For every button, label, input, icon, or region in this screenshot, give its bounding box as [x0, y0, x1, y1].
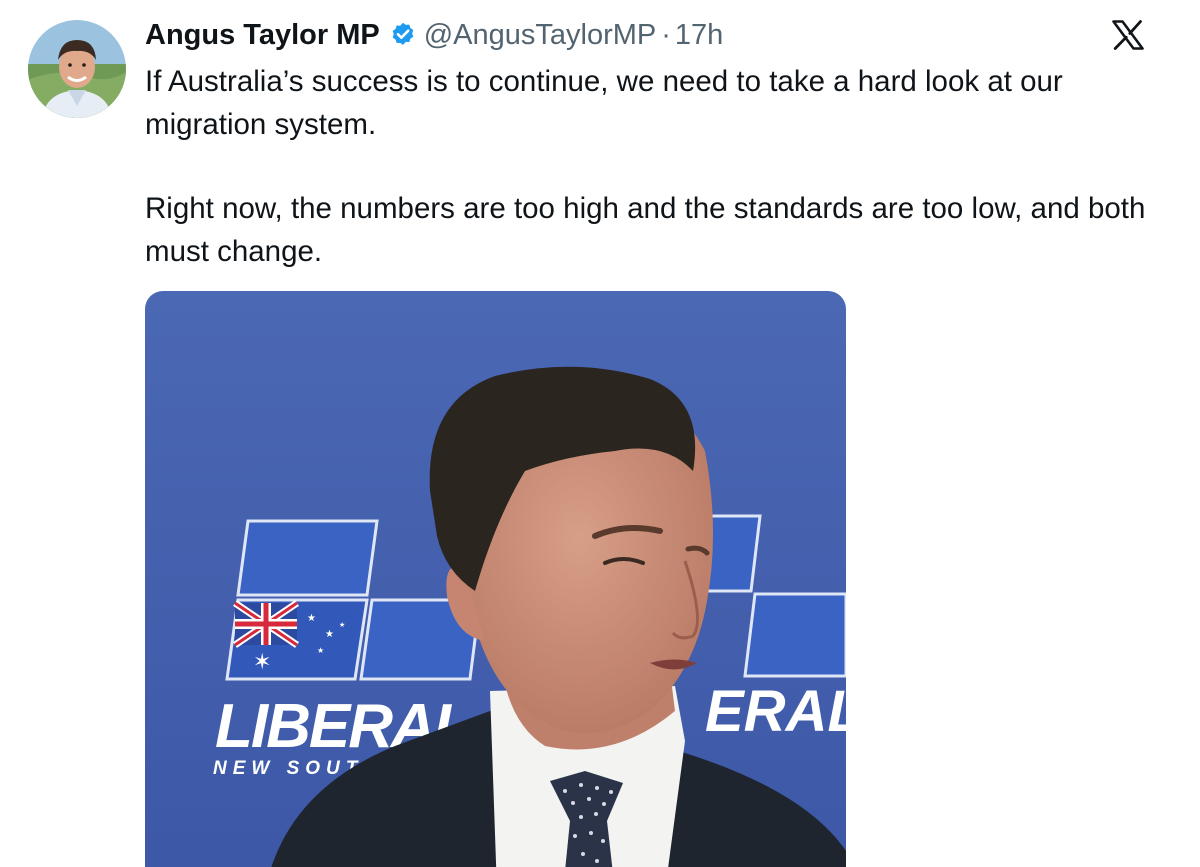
svg-text:★: ★	[307, 613, 316, 624]
svg-text:★: ★	[339, 621, 345, 629]
backdrop-liberal-text-right: ERAL	[705, 679, 846, 744]
tweet-text: If Australia’s success is to continue, w…	[145, 60, 1175, 273]
svg-text:★: ★	[325, 629, 334, 640]
svg-text:✶: ✶	[253, 650, 271, 675]
avatar-image	[28, 20, 126, 118]
profile-avatar[interactable]	[28, 20, 126, 118]
x-logo-icon[interactable]	[1112, 20, 1144, 50]
svg-text:★: ★	[317, 646, 324, 655]
author-display-name[interactable]: Angus Taylor MP	[145, 19, 380, 52]
tweet-timestamp[interactable]: 17h	[675, 19, 723, 52]
tweet-paragraph-1: If Australia’s success is to continue, w…	[145, 65, 1063, 141]
video-frame-image: ✶ ★ ★ ★ ★ LIBERAL NEW SOUTH W ERAL	[145, 291, 846, 867]
tweet-paragraph-2: Right now, the numbers are too high and …	[145, 192, 1146, 268]
tweet-header: Angus Taylor MP @AngusTaylorMP · 17h	[145, 14, 723, 56]
video-thumbnail[interactable]: ✶ ★ ★ ★ ★ LIBERAL NEW SOUTH W ERAL	[145, 291, 846, 867]
author-handle[interactable]: @AngusTaylorMP	[424, 19, 657, 52]
tweet-card[interactable]: Angus Taylor MP @AngusTaylorMP · 17h If …	[0, 0, 1200, 867]
header-separator: ·	[661, 18, 671, 51]
verified-badge-icon[interactable]	[389, 21, 417, 49]
